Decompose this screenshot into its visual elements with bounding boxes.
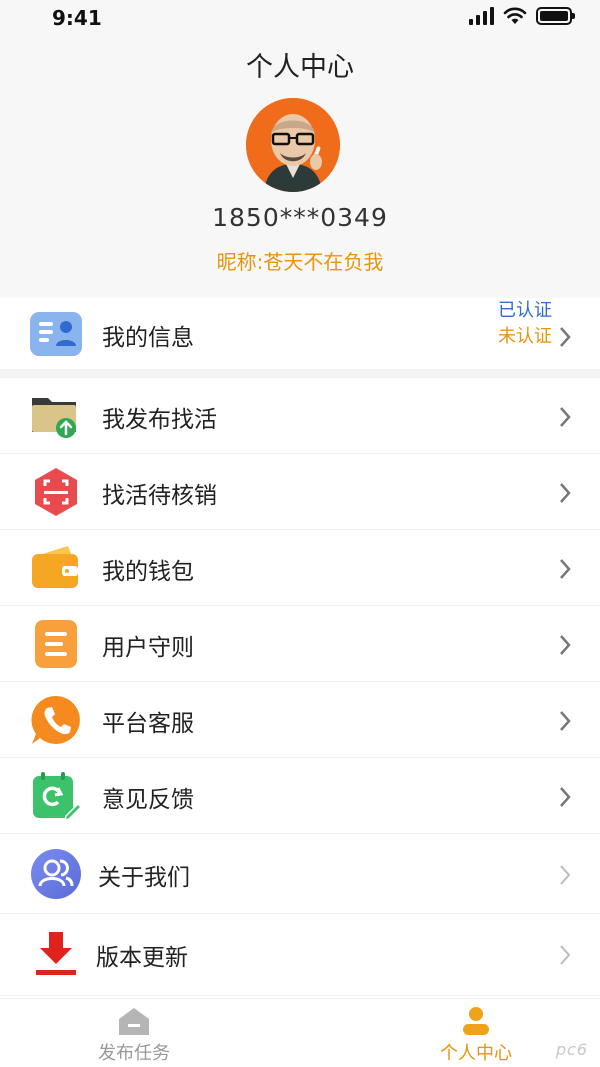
menu-item-about-us[interactable]: 关于我们: [0, 834, 600, 914]
menu-item-user-rules[interactable]: 用户守则: [0, 606, 600, 682]
avatar[interactable]: [246, 98, 340, 192]
folder-upload-icon: [32, 398, 76, 438]
phone-number: 1850***0349: [212, 203, 388, 232]
chevron-right-icon: [560, 711, 571, 731]
watermark: pc6: [555, 1040, 588, 1059]
menu-item-my-info[interactable]: 我的信息 已认证 未认证: [0, 298, 600, 370]
menu-item-pending-verification[interactable]: 找活待核销: [0, 454, 600, 530]
id-card-icon: [30, 312, 82, 356]
menu-item-label: 关于我们: [98, 865, 190, 891]
chevron-right-icon: [560, 559, 571, 579]
menu-item-label: 意见反馈: [102, 787, 194, 813]
menu-item-my-posts[interactable]: 我发布找活: [0, 378, 600, 454]
nickname: 昵称:苍天不在负我: [216, 250, 384, 274]
status-time: 9:41: [52, 6, 102, 30]
menu-item-customer-service[interactable]: 平台客服: [0, 682, 600, 758]
unverified-status: 未认证: [498, 326, 552, 347]
tab-publish-task[interactable]: 发布任务: [64, 999, 204, 1067]
people-icon: [31, 849, 81, 899]
chevron-right-icon: [560, 327, 571, 347]
wifi-icon: [503, 7, 527, 24]
menu-item-version-update[interactable]: 版本更新: [0, 914, 600, 996]
verification-status: 已认证 未认证: [498, 298, 552, 350]
menu-item-feedback[interactable]: 意见反馈: [0, 758, 600, 834]
menu-item-label: 用户守则: [102, 635, 194, 661]
menu-list: 我的信息 已认证 未认证 我发布找活 找活待核销 我的钱包 用户守则 平台客服 …: [0, 298, 600, 996]
home-icon: [119, 1008, 149, 1035]
status-bar: 9:41: [0, 0, 600, 36]
chevron-right-icon: [560, 945, 571, 965]
download-icon: [36, 932, 76, 975]
battery-icon: [536, 7, 575, 25]
menu-item-label: 找活待核销: [102, 483, 217, 509]
phone-icon: [31, 695, 80, 744]
menu-item-label: 我的信息: [102, 325, 194, 351]
chevron-right-icon: [560, 787, 571, 807]
document-icon: [35, 620, 77, 668]
menu-item-wallet[interactable]: 我的钱包: [0, 530, 600, 606]
menu-item-label: 我的钱包: [102, 559, 194, 585]
menu-item-label: 我发布找活: [102, 407, 217, 433]
chevron-right-icon: [560, 407, 571, 427]
profile-header: 9:41 个人中心 1850***0349 昵称:苍天不在负我: [0, 0, 600, 298]
chevron-right-icon: [560, 483, 571, 503]
wallet-icon: [32, 546, 78, 588]
tab-personal-center[interactable]: 个人中心: [406, 999, 546, 1067]
chevron-right-icon: [560, 865, 571, 885]
tab-label: 个人中心: [440, 1043, 512, 1064]
scan-icon: [35, 468, 77, 516]
feedback-icon: [33, 772, 82, 822]
verified-status: 已认证: [498, 300, 552, 321]
menu-item-label: 版本更新: [96, 945, 188, 971]
section-divider: [0, 370, 600, 378]
chevron-right-icon: [560, 635, 571, 655]
status-icons: [469, 7, 575, 25]
tab-label: 发布任务: [98, 1043, 170, 1064]
user-icon: [463, 1007, 489, 1035]
page-title: 个人中心: [246, 52, 354, 83]
menu-item-label: 平台客服: [102, 711, 194, 737]
bottom-tab-bar: 发布任务 个人中心: [0, 998, 600, 1067]
signal-icon: [469, 7, 494, 25]
